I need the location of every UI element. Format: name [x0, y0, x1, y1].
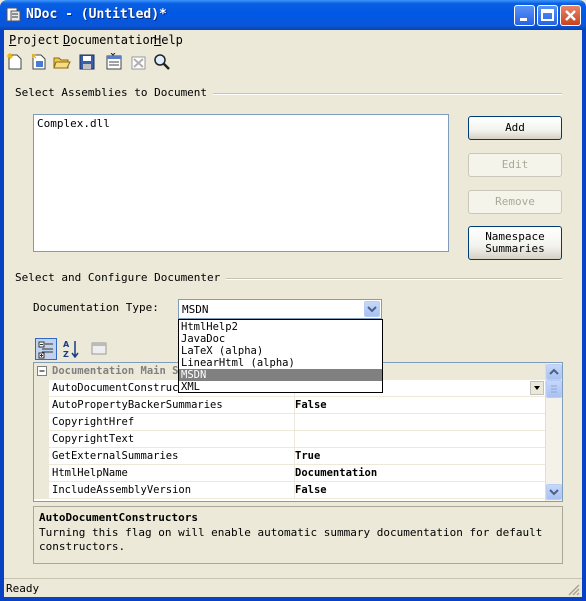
property-description-panel: AutoDocumentConstructors Turning this fl… — [33, 506, 563, 564]
documentation-type-dropdown-list[interactable]: HtmlHelp2 JavaDoc LaTeX (alpha) LinearHt… — [178, 319, 383, 393]
dropdown-option-msdn[interactable]: MSDN — [179, 369, 382, 381]
documentation-type-combobox[interactable]: MSDN — [178, 299, 382, 319]
property-value[interactable]: False — [292, 397, 549, 413]
minimize-button[interactable] — [514, 5, 535, 26]
table-row[interactable]: CopyrightHref — [34, 414, 546, 431]
dropdown-option-latex[interactable]: LaTeX (alpha) — [179, 345, 382, 357]
menu-help[interactable]: Help — [154, 33, 183, 47]
chevron-down-icon — [549, 489, 559, 496]
assemblies-group-line — [200, 93, 562, 95]
property-value[interactable]: True — [292, 448, 549, 464]
scroll-down-button[interactable] — [546, 484, 562, 500]
property-name: HtmlHelpName — [49, 465, 295, 481]
value-dropdown-button[interactable] — [530, 381, 544, 395]
namespace-summaries-line2: Summaries — [485, 242, 545, 255]
alphabetical-sort-icon: A Z — [63, 340, 79, 359]
open-icon[interactable] — [53, 53, 71, 71]
close-icon — [565, 10, 576, 21]
property-value[interactable] — [292, 414, 549, 430]
property-pages-icon — [91, 342, 107, 355]
row-gutter — [34, 397, 49, 413]
table-row[interactable]: AutoPropertyBackerSummaries False — [34, 397, 546, 414]
property-pages-button[interactable] — [89, 338, 111, 360]
new-project-icon[interactable] — [6, 53, 24, 71]
dropdown-option-xml[interactable]: XML — [179, 381, 382, 393]
maximize-button[interactable] — [537, 5, 558, 26]
table-row[interactable]: CopyrightText — [34, 431, 546, 448]
assemblies-group-header: Select Assemblies to Document — [15, 86, 214, 99]
property-name: AutoPropertyBackerSummaries — [49, 397, 295, 413]
table-row[interactable]: GetExternalSummaries True — [34, 448, 546, 465]
property-value[interactable]: Documentation — [292, 465, 549, 481]
scroll-up-button[interactable] — [546, 364, 562, 380]
minimize-icon — [520, 18, 527, 21]
categorized-button[interactable] — [35, 338, 57, 360]
property-value[interactable]: False — [292, 482, 549, 498]
save-icon[interactable] — [78, 53, 96, 71]
close-button[interactable] — [560, 5, 581, 26]
svg-text:A: A — [63, 340, 70, 349]
resize-grip-icon[interactable] — [566, 582, 580, 596]
window-title: NDoc - (Untitled)* — [26, 7, 167, 22]
row-gutter — [34, 465, 49, 481]
status-bar: Ready — [4, 578, 582, 598]
description-text-line2: constructors. — [39, 540, 126, 553]
chevron-up-icon — [549, 368, 559, 375]
row-gutter — [34, 448, 49, 464]
property-value[interactable] — [292, 431, 549, 447]
edit-button[interactable]: Edit — [468, 153, 562, 177]
namespace-summaries-button[interactable]: Namespace Summaries — [468, 226, 562, 260]
property-name: CopyrightText — [49, 431, 295, 447]
new-from-solution-icon[interactable] — [30, 53, 48, 71]
property-name: GetExternalSummaries — [49, 448, 295, 464]
dropdown-arrow-icon — [534, 386, 540, 390]
table-row[interactable]: HtmlHelpName Documentation — [34, 465, 546, 482]
description-title: AutoDocumentConstructors — [39, 511, 198, 524]
dropdown-option-linearhtml[interactable]: LinearHtml (alpha) — [179, 357, 382, 369]
menu-help-label: elp — [161, 33, 183, 47]
window-frame-right — [582, 30, 586, 601]
row-gutter — [34, 414, 49, 430]
assembly-list[interactable]: Complex.dll — [33, 114, 449, 252]
documenter-group-header: Select and Configure Documenter — [15, 271, 227, 284]
menu-documentation-label: ocumentation — [70, 33, 157, 47]
view-icon[interactable] — [153, 53, 171, 71]
grip-icon — [551, 385, 557, 393]
documentation-type-label: Documentation Type: — [33, 301, 159, 314]
dropdown-option-javadoc[interactable]: JavaDoc — [179, 333, 382, 345]
description-text-line1: Turning this flag on will enable automat… — [39, 526, 543, 539]
scroll-thumb[interactable] — [546, 380, 562, 398]
documentation-type-value: MSDN — [182, 303, 209, 316]
alphabetical-button[interactable]: A Z — [60, 338, 82, 360]
combobox-dropdown-button[interactable] — [364, 301, 380, 317]
status-text: Ready — [6, 582, 40, 595]
property-grid-scrollbar[interactable] — [545, 363, 562, 501]
dropdown-option-htmlhelp2[interactable]: HtmlHelp2 — [179, 321, 382, 333]
window-frame-left — [0, 30, 4, 601]
add-button[interactable]: Add — [468, 116, 562, 140]
build-icon[interactable] — [105, 53, 123, 71]
menu-bar: Project Documentation Help — [4, 30, 582, 50]
categorized-icon — [38, 341, 53, 359]
menu-documentation[interactable]: Documentation — [63, 33, 157, 47]
chevron-down-icon — [367, 306, 377, 313]
ndoc-app-icon — [6, 7, 21, 22]
documenter-group-line — [208, 278, 562, 280]
svg-text:Z: Z — [63, 350, 69, 359]
row-gutter — [34, 380, 49, 396]
menu-project[interactable]: Project — [9, 33, 60, 47]
property-name: CopyrightHref — [49, 414, 295, 430]
clean-icon[interactable] — [130, 53, 148, 71]
collapse-icon[interactable] — [37, 366, 48, 377]
property-name: IncludeAssemblyVersion — [49, 482, 295, 498]
list-item[interactable]: Complex.dll — [37, 117, 110, 130]
remove-button[interactable]: Remove — [468, 190, 562, 214]
menu-project-label: roject — [16, 33, 60, 47]
row-gutter — [34, 482, 49, 498]
maximize-icon — [541, 9, 554, 21]
row-gutter — [34, 431, 49, 447]
table-row[interactable]: IncludeAssemblyVersion False — [34, 482, 546, 499]
